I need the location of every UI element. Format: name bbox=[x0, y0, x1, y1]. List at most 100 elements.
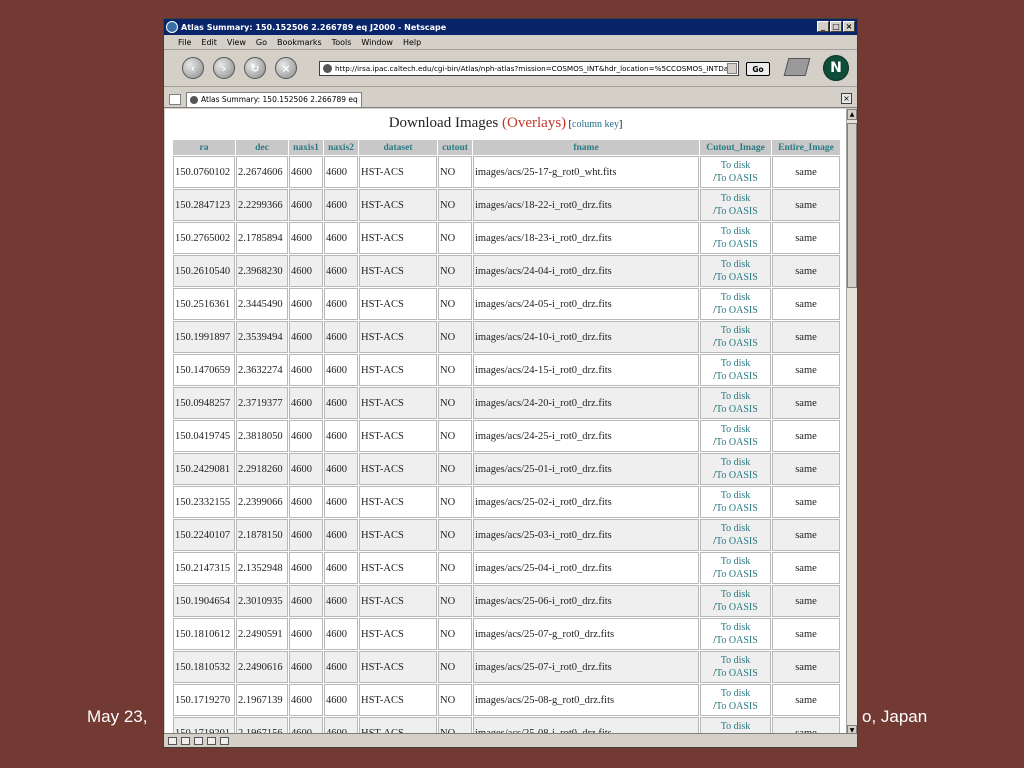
cell-entire-image[interactable]: same bbox=[772, 618, 840, 650]
close-button[interactable]: × bbox=[843, 21, 855, 32]
cell-entire-image[interactable]: same bbox=[772, 684, 840, 716]
url-bar[interactable]: http://irsa.ipac.caltech.edu/cgi-bin/Atl… bbox=[319, 61, 739, 76]
column-key-link[interactable]: column key bbox=[572, 119, 619, 130]
to-disk-link[interactable]: To disk bbox=[721, 622, 751, 633]
to-oasis-link[interactable]: To OASIS bbox=[716, 272, 758, 283]
to-oasis-link[interactable]: To OASIS bbox=[716, 536, 758, 547]
minimize-button[interactable]: _ bbox=[817, 21, 829, 32]
cell-entire-image[interactable]: same bbox=[772, 189, 840, 221]
vertical-scrollbar[interactable]: ▲ ▼ bbox=[846, 109, 857, 736]
to-disk-link[interactable]: To disk bbox=[721, 490, 751, 501]
menu-tools[interactable]: Tools bbox=[332, 38, 352, 47]
to-disk-link[interactable]: To disk bbox=[721, 523, 751, 534]
to-disk-link[interactable]: To disk bbox=[721, 193, 751, 204]
to-disk-link[interactable]: To disk bbox=[721, 457, 751, 468]
navigator-icon[interactable] bbox=[168, 736, 177, 745]
to-oasis-link[interactable]: To OASIS bbox=[716, 470, 758, 481]
scroll-up-icon[interactable]: ▲ bbox=[847, 109, 857, 120]
to-disk-link[interactable]: To disk bbox=[721, 226, 751, 237]
to-disk-link[interactable]: To disk bbox=[721, 721, 751, 732]
cell-cutout-image: To disk/To OASIS bbox=[700, 453, 771, 485]
col-ra[interactable]: ra bbox=[173, 140, 235, 155]
menu-window[interactable]: Window bbox=[361, 38, 393, 47]
to-oasis-link[interactable]: To OASIS bbox=[716, 602, 758, 613]
new-tab-icon[interactable] bbox=[169, 93, 181, 105]
col-naxis1[interactable]: naxis1 bbox=[289, 140, 323, 155]
cell-entire-image[interactable]: same bbox=[772, 486, 840, 518]
to-oasis-link[interactable]: To OASIS bbox=[716, 503, 758, 514]
cell-entire-image[interactable]: same bbox=[772, 288, 840, 320]
to-disk-link[interactable]: To disk bbox=[721, 655, 751, 666]
scroll-thumb[interactable] bbox=[847, 123, 857, 288]
netscape-logo[interactable]: N bbox=[823, 55, 849, 81]
to-disk-link[interactable]: To disk bbox=[721, 325, 751, 336]
tab-page-icon bbox=[190, 95, 198, 104]
to-oasis-link[interactable]: To OASIS bbox=[716, 239, 758, 250]
menu-help[interactable]: Help bbox=[403, 38, 421, 47]
print-icon[interactable] bbox=[783, 58, 811, 76]
col-dec[interactable]: dec bbox=[236, 140, 288, 155]
cell-entire-image[interactable]: same bbox=[772, 354, 840, 386]
overlays-link[interactable]: Overlays bbox=[507, 115, 561, 131]
to-oasis-link[interactable]: To OASIS bbox=[716, 668, 758, 679]
cell-entire-image[interactable]: same bbox=[772, 156, 840, 188]
to-oasis-link[interactable]: To OASIS bbox=[716, 635, 758, 646]
to-disk-link[interactable]: To disk bbox=[721, 589, 751, 600]
cell-entire-image[interactable]: same bbox=[772, 585, 840, 617]
cell-entire-image[interactable]: same bbox=[772, 387, 840, 419]
cell-entire-image[interactable]: same bbox=[772, 255, 840, 287]
go-button[interactable]: Go bbox=[746, 62, 770, 76]
to-oasis-link[interactable]: To OASIS bbox=[716, 701, 758, 712]
cell-ra: 150.0419745 bbox=[173, 420, 235, 452]
to-disk-link[interactable]: To disk bbox=[721, 424, 751, 435]
cell-naxis2: 4600 bbox=[324, 222, 358, 254]
to-disk-link[interactable]: To disk bbox=[721, 160, 751, 171]
to-disk-link[interactable]: To disk bbox=[721, 688, 751, 699]
mail-icon[interactable] bbox=[181, 736, 190, 745]
cell-entire-image[interactable]: same bbox=[772, 552, 840, 584]
address-book-icon[interactable] bbox=[207, 736, 216, 745]
col-cutout-image[interactable]: Cutout_Image bbox=[700, 140, 771, 155]
cell-entire-image[interactable]: same bbox=[772, 222, 840, 254]
back-icon[interactable]: ‹ bbox=[182, 57, 204, 79]
cell-fname: images/acs/25-04-i_rot0_drz.fits bbox=[473, 552, 699, 584]
to-disk-link[interactable]: To disk bbox=[721, 259, 751, 270]
to-disk-link[interactable]: To disk bbox=[721, 556, 751, 567]
to-oasis-link[interactable]: To OASIS bbox=[716, 305, 758, 316]
close-tab-icon[interactable]: × bbox=[841, 93, 852, 104]
tab-atlas-summary[interactable]: Atlas Summary: 150.152506 2.266789 eq ..… bbox=[186, 91, 362, 107]
menu-go[interactable]: Go bbox=[256, 38, 267, 47]
cell-entire-image[interactable]: same bbox=[772, 519, 840, 551]
url-dropdown-icon[interactable] bbox=[727, 63, 737, 74]
to-oasis-link[interactable]: To OASIS bbox=[716, 338, 758, 349]
stop-icon[interactable]: × bbox=[275, 57, 297, 79]
col-cutout[interactable]: cutout bbox=[438, 140, 472, 155]
col-naxis2[interactable]: naxis2 bbox=[324, 140, 358, 155]
cell-entire-image[interactable]: same bbox=[772, 420, 840, 452]
to-oasis-link[interactable]: To OASIS bbox=[716, 404, 758, 415]
col-entire-image[interactable]: Entire_Image bbox=[772, 140, 840, 155]
maximize-button[interactable]: □ bbox=[830, 21, 842, 32]
chat-icon[interactable] bbox=[220, 736, 229, 745]
col-fname[interactable]: fname bbox=[473, 140, 699, 155]
to-oasis-link[interactable]: To OASIS bbox=[716, 371, 758, 382]
to-disk-link[interactable]: To disk bbox=[721, 358, 751, 369]
to-disk-link[interactable]: To disk bbox=[721, 292, 751, 303]
cell-entire-image[interactable]: same bbox=[772, 321, 840, 353]
to-oasis-link[interactable]: To OASIS bbox=[716, 173, 758, 184]
menu-file[interactable]: File bbox=[178, 38, 191, 47]
menu-bookmarks[interactable]: Bookmarks bbox=[277, 38, 322, 47]
cell-entire-image[interactable]: same bbox=[772, 453, 840, 485]
to-disk-link[interactable]: To disk bbox=[721, 391, 751, 402]
to-oasis-link[interactable]: To OASIS bbox=[716, 206, 758, 217]
col-dataset[interactable]: dataset bbox=[359, 140, 437, 155]
reload-icon[interactable]: ↻ bbox=[244, 57, 266, 79]
to-oasis-link[interactable]: To OASIS bbox=[716, 569, 758, 580]
forward-icon[interactable]: › bbox=[213, 57, 235, 79]
cell-entire-image[interactable]: same bbox=[772, 651, 840, 683]
cell-cutout: NO bbox=[438, 387, 472, 419]
menu-view[interactable]: View bbox=[227, 38, 246, 47]
menu-edit[interactable]: Edit bbox=[201, 38, 217, 47]
composer-icon[interactable] bbox=[194, 736, 203, 745]
to-oasis-link[interactable]: To OASIS bbox=[716, 437, 758, 448]
